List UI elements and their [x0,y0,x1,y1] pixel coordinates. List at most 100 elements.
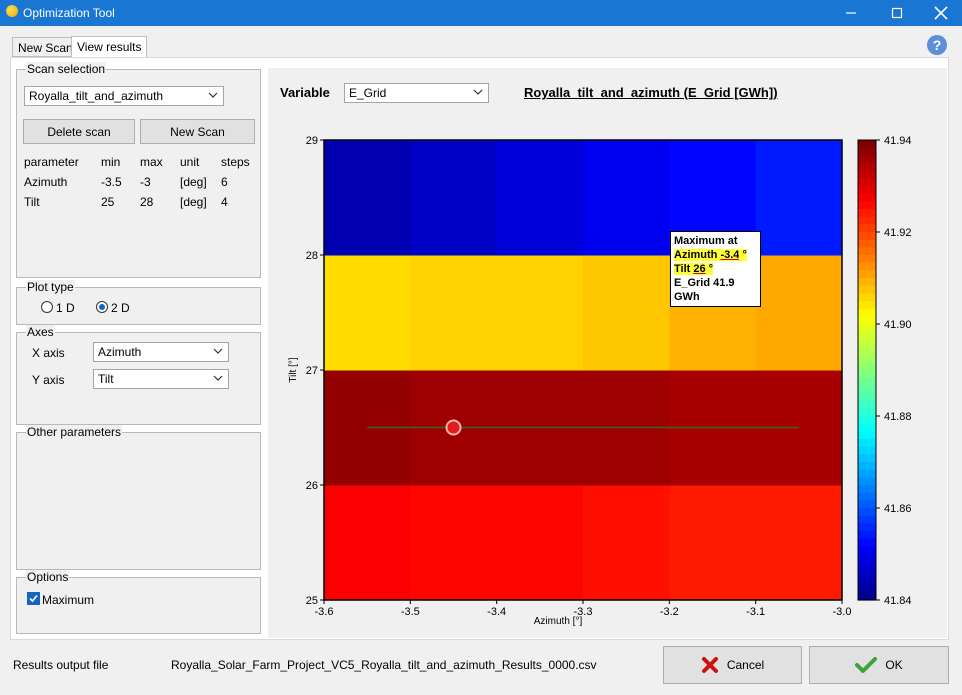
cancel-button[interactable]: Cancel [663,646,802,684]
colorbar-segment [858,492,876,501]
colorbar-segment [858,140,876,149]
param-cell: -3 [140,175,151,189]
minimize-button[interactable] [828,0,874,26]
y-axis-select[interactable]: Tilt [93,369,229,389]
colorbar-segment [858,584,876,593]
x-axis-label: X axis [32,346,65,360]
colorbar-tick-label: 41.92 [884,227,912,239]
colorbar-segment [858,515,876,524]
new-scan-button[interactable]: New Scan [140,119,255,144]
colorbar-segment [858,500,876,509]
heatmap-cell [324,140,411,256]
other-parameters-group [16,432,261,570]
colorbar-segment [858,170,876,179]
radio-2d[interactable] [96,301,108,313]
cancel-label: Cancel [726,658,765,672]
maximum-checkbox[interactable] [27,592,40,605]
title-bar: Optimization Tool [0,0,962,26]
colorbar-segment [858,569,876,578]
colorbar-segment [858,285,876,294]
radio-1d[interactable] [41,301,53,313]
colorbar-segment [858,538,876,547]
x-axis-select[interactable]: Azimuth [93,342,229,362]
heatmap-cell [324,255,411,371]
plot-type-legend: Plot type [26,280,75,294]
heatmap-cell [755,485,843,601]
y-tick-label: 29 [306,135,318,147]
x-tick-label: -3.6 [315,606,334,618]
y-tick-label: 25 [306,595,318,607]
colorbar-segment [858,163,876,172]
radio-2d-label: 2 D [111,301,130,315]
tab-view-results[interactable]: View results [71,36,148,58]
radio-1d-label: 1 D [56,301,75,315]
param-cell: 4 [221,195,228,209]
heatmap-cell [583,255,670,371]
colorbar-segment [858,423,876,432]
x-tick-label: -3.4 [487,606,506,618]
colorbar-segment [858,416,876,425]
heatmap-cell [324,485,411,601]
colorbar-segment [858,293,876,302]
param-cell: -3.5 [101,175,122,189]
tooltip-heading: Maximum at [674,235,738,247]
ok-button[interactable]: OK [809,646,949,684]
colorbar-segment [858,308,876,317]
heatmap-cell [496,140,584,256]
tooltip-tilt-value: 26 [693,263,706,275]
maximize-icon [891,7,903,19]
colorbar-segment [858,377,876,386]
colorbar-tick-label: 41.94 [884,135,912,147]
heatmap-cell [583,140,670,256]
tooltip-azimuth-value: -3.4 [720,249,740,261]
chevron-down-icon [208,92,218,98]
param-cell: Azimuth [24,175,68,189]
colorbar-segment [858,393,876,402]
chart-title: Royalla_tilt_and_azimuth (E_Grid [GWh]) [524,85,778,100]
maximize-button[interactable] [874,0,920,26]
colorbar-segment [858,561,876,570]
app-icon [6,5,18,17]
colorbar-segment [858,431,876,440]
axes-legend: Axes [26,325,55,339]
y-tick-label: 28 [306,250,318,262]
y-tick-label: 27 [306,365,318,377]
heatmap-cell [755,255,843,371]
heatmap-chart: -3.6 -3.5 -3.4 -3.3 -3.2 -3.1 -3.02526272829Az… [288,135,912,627]
colorbar-segment [858,531,876,540]
close-button[interactable] [918,0,962,26]
variable-select[interactable]: E_Grid [344,83,489,103]
max-point-marker [445,419,462,436]
variable-value: E_Grid [349,86,387,100]
scan-select-value: Royalla_tilt_and_azimuth [29,89,164,103]
help-icon[interactable]: ? [927,35,947,55]
tooltip-azimuth-label: Azimuth [674,249,721,261]
colorbar-segment [858,477,876,486]
tooltip-grid-label: E_Grid [674,277,714,289]
colorbar-segment [858,554,876,563]
colorbar-segment [858,354,876,363]
colorbar-segment [858,270,876,279]
heatmap-cell [410,485,498,601]
colorbar-segment [858,155,876,164]
param-cell: Tilt [24,195,40,209]
param-header-max: max [140,155,163,169]
delete-scan-button[interactable]: Delete scan [23,119,135,144]
colorbar-segment [858,385,876,394]
tab-new-scan[interactable]: New Scan [12,37,79,57]
scan-select[interactable]: Royalla_tilt_and_azimuth [24,86,224,106]
check-icon [29,594,38,603]
x-axis-title: Azimuth [°] [534,616,583,627]
tooltip-tilt-label: Tilt [674,263,694,275]
colorbar-segment [858,201,876,210]
param-header-parameter: parameter [24,155,79,169]
heatmap-cell [669,485,757,601]
colorbar-segment [858,216,876,225]
max-tooltip: Maximum at Azimuth -3.4 ° Tilt 26 ° E_Gr… [670,231,761,307]
variable-label: Variable [280,85,330,100]
colorbar-segment [858,577,876,586]
param-header-unit: unit [180,155,200,169]
param-header-min: min [101,155,121,169]
colorbar-segment [858,408,876,417]
colorbar-segment [858,331,876,340]
